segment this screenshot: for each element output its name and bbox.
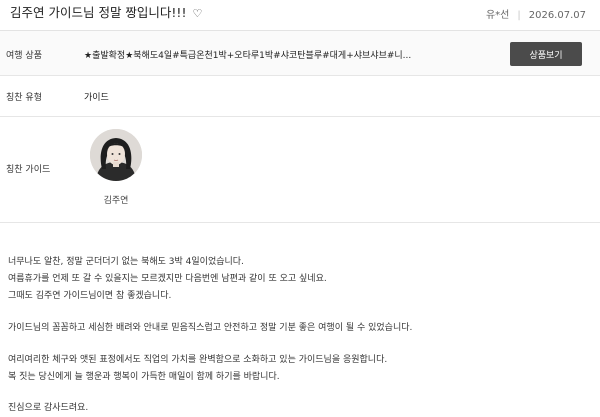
guide-portrait-image — [90, 129, 142, 181]
body-line: 가이드님의 꼼꼼하고 세심한 배려와 안내로 믿음직스럽고 안전하고 정말 기분… — [8, 323, 413, 333]
guide-avatar — [90, 129, 142, 181]
meta-divider: | — [517, 10, 521, 21]
body-line: 그때도 김주연 가이드님이면 참 좋겠습니다. — [8, 291, 172, 301]
praise-guide-label: 칭찬 가이드 — [6, 165, 51, 175]
body-line: 너무나도 알찬, 정말 군더더기 없는 북해도 3박 4일이었습니다. — [8, 257, 244, 267]
review-body: 너무나도 알찬, 정말 군더더기 없는 북해도 3박 4일이었습니다. 여름휴가… — [8, 254, 588, 417]
review-title-wrap: 김주연 가이드님 정말 짱입니다!!! ♡ — [10, 2, 202, 21]
praise-type-label: 칭찬 유형 — [6, 93, 42, 103]
body-line: 복 짓는 당신에게 늘 행운과 행복이 가득한 매일이 함께 하기를 바랍니다. — [8, 372, 280, 382]
heart-icon[interactable]: ♡ — [192, 7, 202, 20]
body-line: 진심으로 감사드려요. — [8, 403, 89, 413]
praise-guide-row: 칭찬 가이드 김주연 — [0, 117, 600, 223]
review-meta: 유*선 | 2026.07.07 — [486, 6, 586, 21]
author-name: 유*선 — [485, 10, 510, 21]
body-line: 여리여리한 체구와 앳된 표정에서도 직업의 가치를 완벽함으로 소화하고 있는… — [8, 355, 388, 365]
product-name: ★출발확정★북해도4일#특급온천1박+오타루1박#샤코탄블루#대게+샤브샤브#니… — [84, 51, 412, 61]
review-title: 김주연 가이드님 정말 짱입니다!!! — [10, 5, 187, 20]
review-date: 2026.07.07 — [528, 10, 586, 21]
praise-type-row: 칭찬 유형 가이드 — [0, 76, 600, 117]
body-line: 여름휴가를 언제 또 갈 수 있을지는 모르겠지만 다음번엔 남편과 같이 또 … — [8, 274, 327, 284]
product-label: 여행 상품 — [6, 51, 42, 61]
product-row: 여행 상품 ★출발확정★북해도4일#특급온천1박+오타루1박#샤코탄블루#대게+… — [0, 31, 600, 76]
praise-type-value: 가이드 — [84, 93, 109, 103]
review-header: 김주연 가이드님 정말 짱입니다!!! ♡ 유*선 | 2026.07.07 — [0, 0, 600, 31]
guide-name: 김주연 — [103, 196, 129, 206]
view-product-button[interactable]: 상품보기 — [510, 42, 582, 66]
review-detail: 김주연 가이드님 정말 짱입니다!!! ♡ 유*선 | 2026.07.07 여행 … — [0, 0, 600, 416]
